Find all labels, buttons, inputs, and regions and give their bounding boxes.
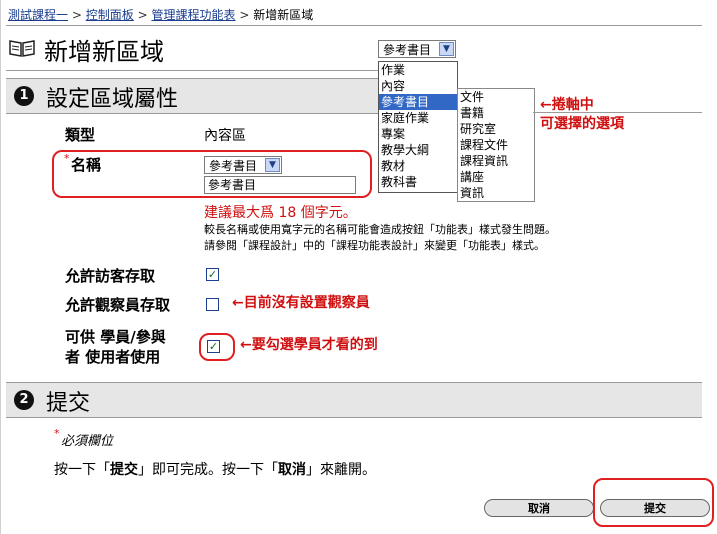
section-title: 設定區域屬性 bbox=[46, 87, 179, 112]
required-mark: * bbox=[64, 152, 70, 165]
scroll-option[interactable]: 研究室 bbox=[458, 121, 534, 137]
student-access-label-1: 可供 學員/參與 bbox=[65, 328, 166, 346]
required-mark: * bbox=[54, 427, 60, 440]
breadcrumb-manage-menu-link[interactable]: 管理課程功能表 bbox=[151, 8, 235, 22]
type-value: 內容區 bbox=[204, 128, 246, 144]
dropdown-option[interactable]: 教材 bbox=[379, 158, 457, 174]
annotation-observer: ←目前沒有設置觀察員 bbox=[232, 295, 370, 311]
dropdown-option[interactable]: 教學大綱 bbox=[379, 142, 457, 158]
required-field-note: 必須欄位 bbox=[61, 434, 114, 449]
scroll-option[interactable]: 文件 bbox=[458, 89, 534, 105]
divider bbox=[6, 70, 378, 71]
hint-line-3: 請參閱「課程設計」中的「課程功能表設計」來變更「功能表」樣式。 bbox=[204, 239, 545, 252]
step-number-1: 1 bbox=[14, 86, 34, 106]
dropdown-option[interactable]: 家庭作業 bbox=[379, 110, 457, 126]
section-title: 提交 bbox=[46, 391, 91, 416]
dropdown-option[interactable]: 教科書 bbox=[379, 174, 457, 190]
breadcrumb-separator: > bbox=[71, 8, 82, 22]
section-header-properties: 1 設定區域屬性 bbox=[6, 78, 378, 114]
cancel-button[interactable]: 取消 bbox=[484, 499, 594, 517]
scroll-option[interactable]: 講座 bbox=[458, 169, 534, 185]
type-label: 類型 bbox=[65, 126, 96, 144]
observer-access-checkbox[interactable] bbox=[206, 298, 219, 311]
top-area-select-value: 參考書目 bbox=[383, 43, 432, 57]
breadcrumb-separator: > bbox=[239, 8, 250, 22]
annotation-student: ←要勾選學員才看的到 bbox=[240, 337, 378, 353]
annotation-scroll-line1: ←捲軸中 bbox=[540, 97, 594, 113]
scroll-options-list[interactable]: 文件 書籍 研究室 課程文件 課程資訊 講座 資訊 bbox=[457, 88, 535, 202]
annotation-scroll-line2: 可選擇的選項 bbox=[540, 116, 624, 132]
observer-access-label: 允許觀察員存取 bbox=[65, 296, 171, 314]
area-type-dropdown[interactable]: 作業 內容 參考書目 家庭作業 專案 教學大綱 教材 教科書 bbox=[378, 61, 458, 193]
dropdown-option[interactable]: 專案 bbox=[379, 126, 457, 142]
breadcrumb-course-link[interactable]: 測試課程一 bbox=[8, 8, 68, 22]
scroll-option[interactable]: 課程文件 bbox=[458, 137, 534, 153]
step-number-2: 2 bbox=[14, 390, 34, 410]
name-select-value: 參考書目 bbox=[209, 159, 258, 173]
submit-instruction: 按一下「提交」即可完成。按一下「取消」來離開。 bbox=[54, 462, 376, 478]
book-icon bbox=[8, 38, 36, 62]
divider bbox=[6, 25, 702, 26]
guest-access-label: 允許訪客存取 bbox=[65, 267, 156, 285]
scroll-option[interactable]: 資訊 bbox=[458, 185, 534, 201]
hint-line-2: 較長名稱或使用寬字元的名稱可能會造成按鈕「功能表」樣式發生問題。 bbox=[204, 223, 556, 236]
scroll-option[interactable]: 書籍 bbox=[458, 105, 534, 121]
student-access-checkbox[interactable]: ✓ bbox=[207, 340, 220, 353]
window-edge bbox=[0, 0, 1, 534]
breadcrumb-separator: > bbox=[137, 8, 148, 22]
section-header-submit: 2 提交 bbox=[6, 382, 702, 418]
guest-access-checkbox[interactable]: ✓ bbox=[206, 268, 219, 281]
breadcrumb-control-panel-link[interactable]: 控制面板 bbox=[86, 8, 134, 22]
name-select[interactable]: 參考書目 ▼ bbox=[204, 156, 282, 174]
page-title: 新增新區域 bbox=[44, 38, 164, 66]
name-label: 名稱 bbox=[71, 156, 102, 174]
chevron-down-icon[interactable]: ▼ bbox=[439, 42, 454, 56]
dropdown-option[interactable]: 內容 bbox=[379, 78, 457, 94]
name-input[interactable]: 參考書目 bbox=[204, 176, 356, 194]
name-length-hint: 建議最大爲 18 個字元。 bbox=[204, 205, 357, 221]
dropdown-option-selected[interactable]: 參考書目 bbox=[379, 94, 457, 110]
scroll-option[interactable]: 課程資訊 bbox=[458, 153, 534, 169]
top-area-select[interactable]: 參考書目 ▼ bbox=[378, 40, 456, 58]
submit-button[interactable]: 提交 bbox=[600, 499, 710, 517]
chevron-down-icon[interactable]: ▼ bbox=[265, 158, 280, 172]
divider bbox=[533, 112, 702, 113]
student-access-label-2: 者 使用者使用 bbox=[65, 348, 161, 366]
breadcrumb-current: 新增新區域 bbox=[253, 8, 314, 22]
dropdown-option[interactable]: 作業 bbox=[379, 62, 457, 78]
breadcrumb: 測試課程一 > 控制面板 > 管理課程功能表 > 新增新區域 bbox=[8, 6, 313, 23]
